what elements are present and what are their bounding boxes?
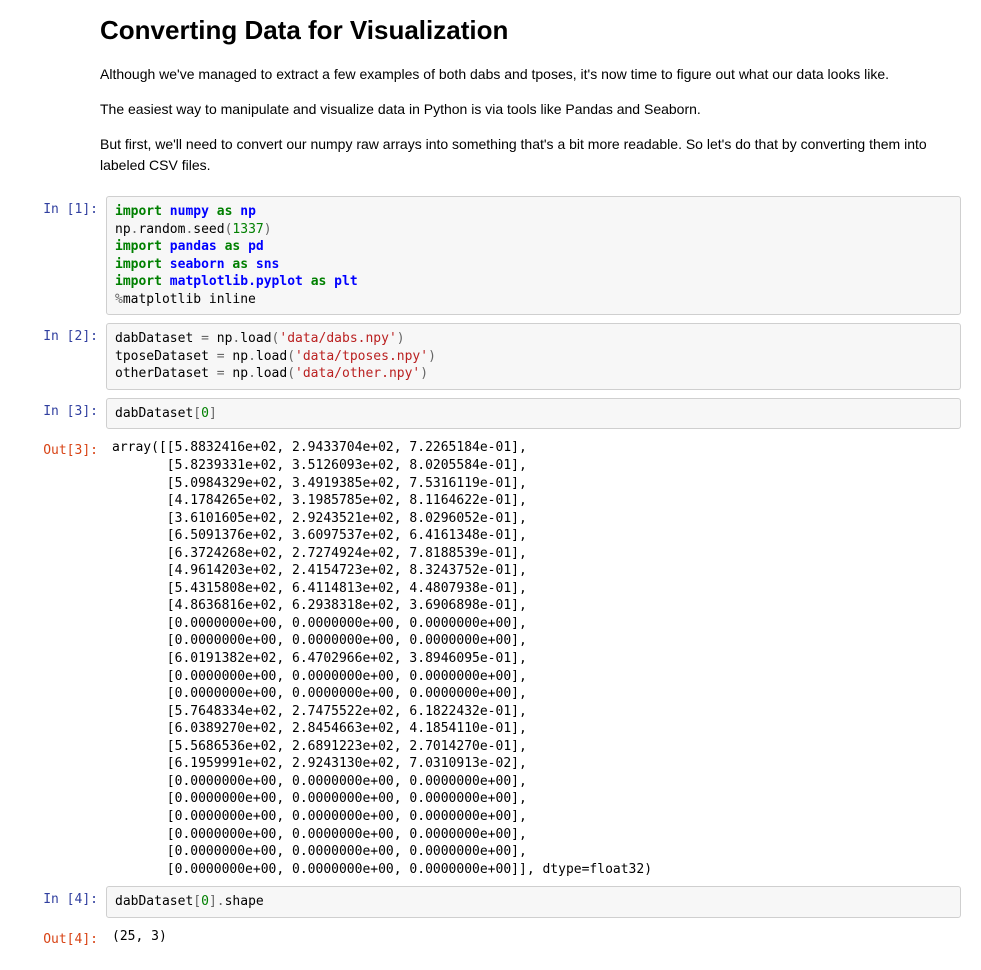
identifier: np [225,366,248,381]
equals: = [217,366,225,381]
paren-close: ) [428,349,436,364]
identifier: dabDataset [115,894,193,909]
paren-open: ( [287,349,295,364]
identifier: otherDataset [115,366,217,381]
module-numpy: numpy [170,204,209,219]
markdown-paragraph: The easiest way to manipulate and visual… [100,99,961,120]
code-cell: In [3]: dabDataset[0] [20,398,961,430]
number-literal: 1337 [232,222,263,237]
alias-pd: pd [248,239,264,254]
equals: = [217,349,225,364]
bracket-close: ] [209,894,217,909]
magic-command: matplotlib inline [123,292,256,307]
keyword-import: import [115,257,162,272]
output-cell: Out[3]: array([[5.8832416e+02, 2.9433704… [20,437,961,878]
code-input[interactable]: dabDataset[0] [106,398,961,430]
code-cell: In [1]: import numpy as np np.random.see… [20,196,961,315]
identifier: random [138,222,185,237]
number-literal: 0 [201,406,209,421]
function-load: load [256,366,287,381]
keyword-import: import [115,274,162,289]
input-prompt: In [2]: [20,323,106,344]
identifier: dabDataset [115,331,201,346]
paren-open: ( [287,366,295,381]
bracket-close: ] [209,406,217,421]
identifier: np [115,222,131,237]
output-prompt: Out[3]: [20,437,106,458]
bracket-open: [ [193,894,201,909]
dot: . [217,894,225,909]
dot: . [248,366,256,381]
code-input[interactable]: dabDataset = np.load('data/dabs.npy') tp… [106,323,961,390]
input-prompt: In [4]: [20,886,106,907]
function-load: load [256,349,287,364]
keyword-as: as [225,239,241,254]
paren-close: ) [264,222,272,237]
keyword-import: import [115,239,162,254]
identifier: tposeDataset [115,349,217,364]
output-prompt: Out[4]: [20,926,106,947]
identifier: np [225,349,248,364]
output-text: array([[5.8832416e+02, 2.9433704e+02, 7.… [106,437,961,878]
alias-sns: sns [256,257,279,272]
string-literal: 'data/tposes.npy' [295,349,428,364]
keyword-import: import [115,204,162,219]
input-prompt: In [1]: [20,196,106,217]
code-input[interactable]: dabDataset[0].shape [106,886,961,918]
equals: = [201,331,209,346]
notebook: Converting Data for Visualization Althou… [0,0,981,970]
keyword-as: as [217,204,233,219]
output-text: (25, 3) [106,926,961,946]
code-input[interactable]: import numpy as np np.random.seed(1337) … [106,196,961,315]
attribute-shape: shape [225,894,264,909]
alias-np: np [240,204,256,219]
number-literal: 0 [201,894,209,909]
module-seaborn: seaborn [170,257,225,272]
module-pandas: pandas [170,239,217,254]
bracket-open: [ [193,406,201,421]
code-cell: In [2]: dabDataset = np.load('data/dabs.… [20,323,961,390]
markdown-paragraph: But first, we'll need to convert our num… [100,134,961,176]
markdown-paragraph: Although we've managed to extract a few … [100,64,961,85]
paren-close: ) [420,366,428,381]
function-seed: seed [193,222,224,237]
string-literal: 'data/other.npy' [295,366,420,381]
function-load: load [240,331,271,346]
keyword-as: as [232,257,248,272]
alias-plt: plt [334,274,357,289]
dot: . [248,349,256,364]
keyword-as: as [311,274,327,289]
output-cell: Out[4]: (25, 3) [20,926,961,947]
module-matplotlib: matplotlib.pyplot [170,274,303,289]
markdown-heading: Converting Data for Visualization [100,15,961,46]
markdown-cell: Converting Data for Visualization Althou… [20,15,961,176]
paren-close: ) [397,331,405,346]
string-literal: 'data/dabs.npy' [279,331,396,346]
input-prompt: In [3]: [20,398,106,419]
identifier: dabDataset [115,406,193,421]
magic-percent: % [115,292,123,307]
identifier: np [209,331,232,346]
code-cell: In [4]: dabDataset[0].shape [20,886,961,918]
